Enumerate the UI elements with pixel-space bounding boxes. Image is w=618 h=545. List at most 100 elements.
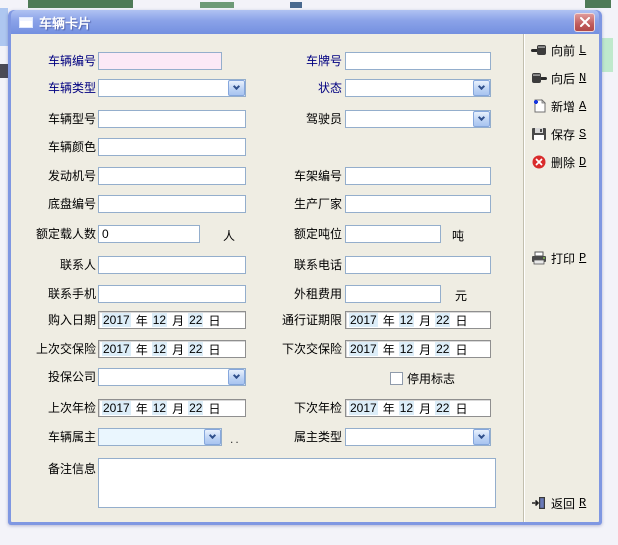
owner-type-label: 属主类型: [257, 430, 342, 445]
contact-person-label: 联系人: [16, 258, 96, 273]
vehicle-model-input[interactable]: [98, 110, 246, 128]
button-label: 向前: [551, 42, 575, 59]
last-insurance-picker[interactable]: 2017年12月22日: [98, 340, 246, 358]
rental-fee-unit: 元: [455, 287, 467, 304]
button-label: 打印: [551, 250, 575, 267]
vehicle-color-label: 车辆颜色: [16, 140, 96, 155]
vehicle-id-input[interactable]: [98, 52, 222, 70]
month-value: 12: [152, 401, 167, 415]
chevron-down-icon[interactable]: [228, 80, 245, 96]
last-inspection-label: 上次年检: [16, 401, 96, 416]
hand-right-icon: [531, 71, 547, 85]
day-value: 22: [435, 342, 450, 356]
accelerator-key: R: [579, 496, 586, 510]
day-unit: 日: [450, 400, 471, 417]
contact-phone-input[interactable]: [345, 256, 491, 274]
status-label: 状态: [257, 81, 342, 96]
purchase-date-picker[interactable]: 2017年12月22日: [98, 311, 246, 329]
owner-browse-button[interactable]: ..: [230, 432, 241, 446]
chevron-down-icon[interactable]: [228, 369, 245, 385]
month-unit: 月: [167, 312, 188, 329]
delete-button[interactable]: 删除D: [531, 154, 586, 170]
day-value: 22: [188, 342, 203, 356]
year-unit: 年: [378, 400, 399, 417]
vehicle-model-label: 车辆型号: [16, 112, 96, 127]
engine-no-input[interactable]: [98, 167, 246, 185]
month-value: 12: [152, 342, 167, 356]
chevron-down-icon[interactable]: [204, 429, 221, 445]
owner-type-combobox[interactable]: [345, 428, 491, 446]
year-value: 2017: [349, 342, 378, 356]
hand-left-icon: [531, 43, 547, 57]
button-label: 向后: [551, 70, 575, 87]
driver-label: 驾驶员: [257, 112, 342, 127]
year-value: 2017: [349, 401, 378, 415]
status-combobox[interactable]: [345, 79, 491, 97]
background-window-fragment: [200, 2, 234, 8]
print-button[interactable]: 打印 P: [531, 250, 586, 266]
manufacturer-label: 生产厂家: [257, 197, 342, 212]
rental-fee-input[interactable]: [345, 285, 441, 303]
manufacturer-input[interactable]: [345, 195, 491, 213]
chevron-down-icon[interactable]: [473, 80, 490, 96]
sidebar-divider: [523, 34, 525, 522]
seating-capacity-label: 额定载人数: [16, 227, 96, 242]
accelerator-key: P: [579, 251, 586, 265]
checkbox-icon[interactable]: [390, 372, 403, 385]
month-unit: 月: [167, 341, 188, 358]
chevron-down-icon[interactable]: [473, 111, 490, 127]
add-button[interactable]: 新增 A: [531, 98, 586, 114]
last-inspection-picker[interactable]: 2017年12月22日: [98, 399, 246, 417]
button-label: 新增: [551, 98, 575, 115]
next-inspection-picker[interactable]: 2017年12月22日: [345, 399, 491, 417]
year-unit: 年: [131, 312, 152, 329]
month-unit: 月: [414, 341, 435, 358]
next-insurance-picker[interactable]: 2017年12月22日: [345, 340, 491, 358]
background-window-fragment: [602, 38, 613, 72]
plate-no-input[interactable]: [345, 52, 491, 70]
day-unit: 日: [203, 400, 224, 417]
contact-mobile-label: 联系手机: [16, 287, 96, 302]
print-icon: [531, 251, 547, 265]
next-button[interactable]: 向后N: [531, 70, 586, 86]
next-inspection-label: 下次年检: [257, 401, 342, 416]
seating-capacity-input[interactable]: [98, 225, 200, 243]
day-value: 22: [188, 313, 203, 327]
close-button[interactable]: [574, 13, 595, 32]
year-unit: 年: [378, 341, 399, 358]
driver-combobox[interactable]: [345, 110, 491, 128]
vehicle-color-input[interactable]: [98, 138, 246, 156]
contact-mobile-input[interactable]: [98, 285, 246, 303]
title-bar[interactable]: 车辆卡片: [11, 10, 599, 34]
chevron-down-icon[interactable]: [473, 429, 490, 445]
vehicle-type-label: 车辆类型: [16, 81, 96, 96]
chassis-no-input[interactable]: [98, 195, 246, 213]
background-window-fragment: [0, 64, 8, 78]
accelerator-key: A: [579, 99, 586, 113]
vehicle-type-combobox[interactable]: [98, 79, 246, 97]
frame-no-input[interactable]: [345, 167, 491, 185]
disabled-flag-checkbox[interactable]: 停用标志: [390, 370, 455, 387]
form-area: 车辆编号 车牌号 车辆类型 状态 车辆型号 驾驶员 车辆颜色 发动机号 车架编号: [11, 34, 599, 522]
vehicle-id-label: 车辆编号: [16, 54, 96, 69]
owner-combobox[interactable]: [98, 428, 222, 446]
background-window-fragment: [290, 2, 302, 8]
save-button[interactable]: 保存S: [531, 126, 586, 142]
month-value: 12: [152, 313, 167, 327]
return-button[interactable]: 返回R: [531, 495, 586, 511]
permit-expiry-label: 通行证期限: [257, 313, 342, 328]
insurer-combobox[interactable]: [98, 368, 246, 386]
next-insurance-label: 下次交保险: [257, 342, 342, 357]
rated-tonnage-input[interactable]: [345, 225, 441, 243]
contact-phone-label: 联系电话: [257, 258, 342, 273]
remarks-textarea[interactable]: [98, 458, 496, 508]
month-value: 12: [399, 342, 414, 356]
contact-person-input[interactable]: [98, 256, 246, 274]
window-icon: [19, 17, 33, 28]
save-icon: [531, 127, 547, 141]
insurer-label: 投保公司: [16, 370, 96, 385]
permit-expiry-picker[interactable]: 2017年12月22日: [345, 311, 491, 329]
previous-button[interactable]: 向前L: [531, 42, 586, 58]
new-doc-icon: [531, 99, 547, 113]
accelerator-key: D: [579, 155, 586, 169]
